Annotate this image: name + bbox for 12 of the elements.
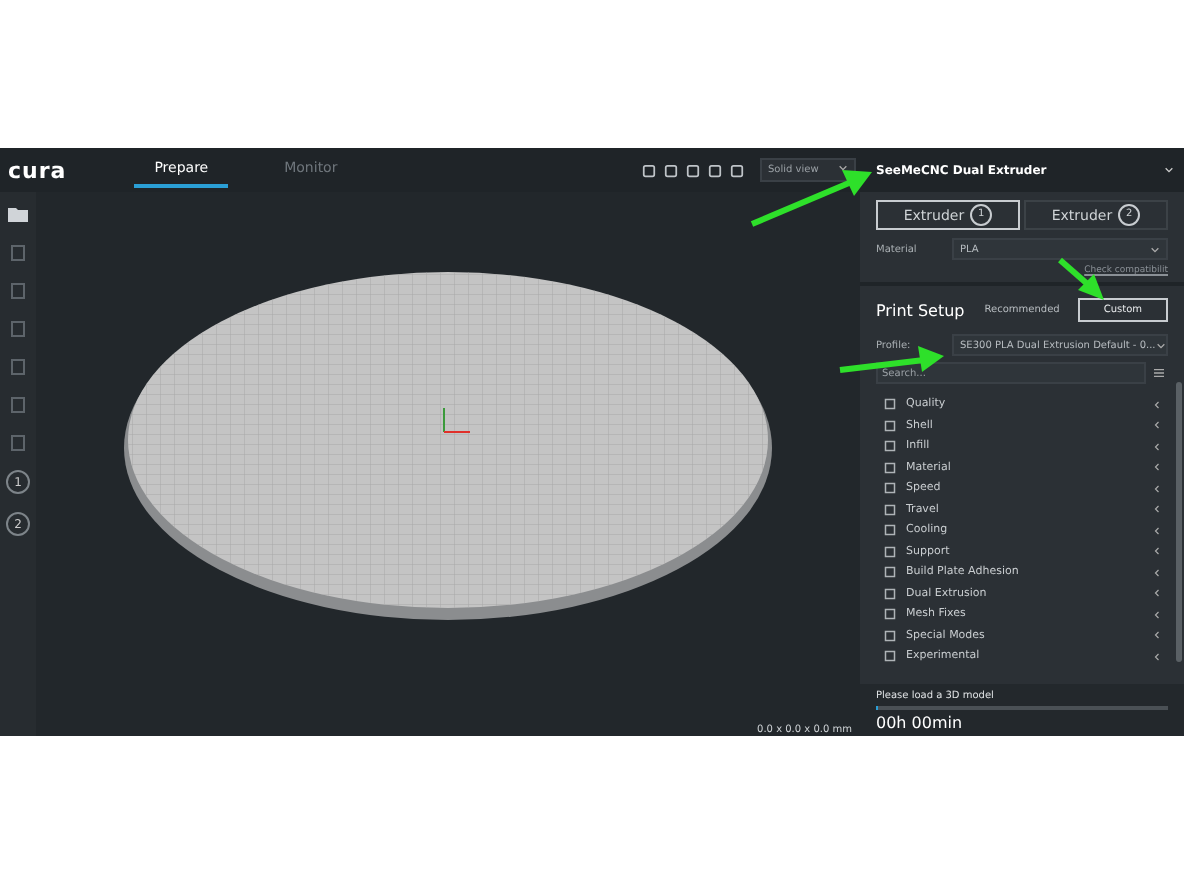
menu-icon[interactable]	[1154, 368, 1164, 378]
scrollbar[interactable]	[1176, 382, 1182, 662]
annotation-arrow	[750, 170, 872, 227]
chevron-down-icon[interactable]	[1164, 166, 1174, 174]
chevron-down-icon	[838, 164, 848, 172]
print-setup-title: Print Setup	[876, 301, 965, 319]
print-time: 00h 00min	[876, 714, 965, 732]
chevron-down-icon	[1155, 341, 1166, 349]
chevron-down-icon	[1150, 245, 1160, 253]
cura-logo: cura	[8, 157, 67, 183]
folder-icon[interactable]	[8, 204, 28, 224]
annotation-arrow	[839, 346, 944, 373]
